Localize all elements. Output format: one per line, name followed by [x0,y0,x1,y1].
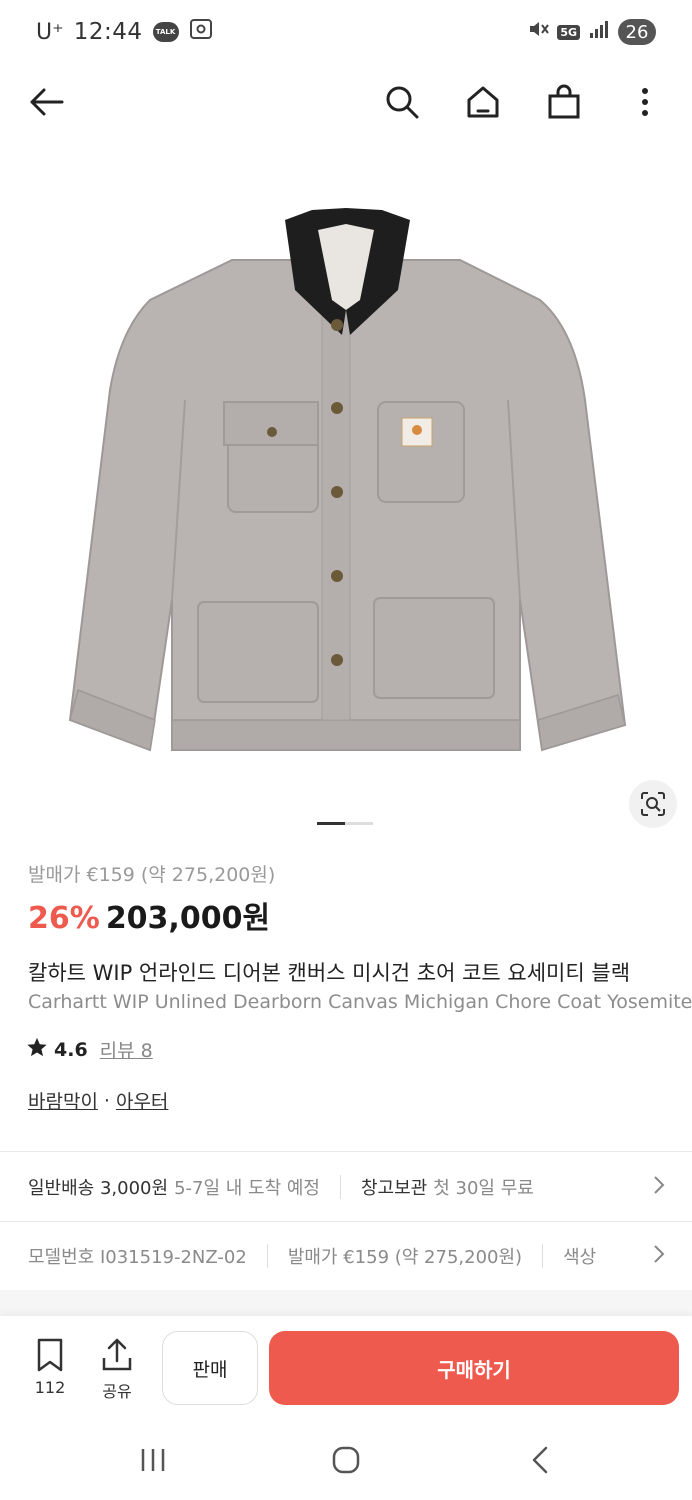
shipping-info-row[interactable]: 일반배송 3,000원 5-7일 내 도착 예정 창고보관 첫 30일 무료 [0,1152,692,1222]
battery-indicator: 26 [618,19,656,45]
search-icon[interactable] [378,78,426,126]
chevron-right-icon [646,1242,666,1270]
sale-price: 203,000원 [105,901,271,936]
release-price: 발매가 €159 (약 275,200원) [287,1247,523,1268]
buy-button[interactable]: 구매하기 [269,1331,679,1405]
back-arrow-icon[interactable] [22,78,70,126]
home-icon[interactable] [459,78,507,126]
signal-icon [588,19,610,45]
product-title-korean: 칼하트 WIP 언라인드 디어본 캔버스 미시건 초어 코트 요세미티 블랙 [28,961,631,985]
category-row: 바람막이 · 아우터 [28,1087,168,1114]
model-number: 모델번호 I031519-2NZ-02 [28,1247,247,1268]
color-label: 색상 [563,1247,597,1268]
system-navigation-bar [0,1420,692,1500]
pager-dot [345,822,373,825]
rating-row: 4.6 리뷰 8 [26,1036,153,1063]
shopping-bag-icon[interactable] [540,78,588,126]
star-icon [26,1036,48,1063]
mute-icon [527,18,550,46]
carrier-label: U⁺ [36,19,64,45]
product-details-row[interactable]: 모델번호 I031519-2NZ-02 발매가 €159 (약 275,200원… [0,1222,692,1290]
chevron-right-icon [652,1174,666,1201]
screenshot-notification-icon [189,18,213,46]
back-nav-icon[interactable] [520,1444,560,1476]
share-icon [101,1338,133,1376]
rating-value: 4.6 [54,1038,88,1061]
more-vertical-icon[interactable] [621,78,669,126]
share-button[interactable]: 공유 [93,1338,141,1402]
product-image[interactable] [0,160,692,810]
separator [542,1244,544,1268]
recent-apps-icon[interactable] [133,1444,173,1476]
shipping-eta: 5-7일 내 도착 예정 [174,1178,320,1199]
storage-label: 창고보관 [361,1178,428,1199]
clock: 12:44 [73,19,143,45]
review-link[interactable]: 리뷰 8 [100,1036,153,1063]
product-title-english: Carhartt WIP Unlined Dearborn Canvas Mic… [28,991,692,1013]
separator [340,1175,341,1199]
image-pager [317,822,373,825]
bookmark-icon [35,1338,65,1376]
status-bar: U⁺ 12:44 TALK 5G 26 [0,0,692,64]
category-separator: · [103,1089,110,1112]
sell-button[interactable]: 판매 [162,1331,258,1405]
category-link-windbreaker[interactable]: 바람막이 [28,1087,98,1114]
content-peek [0,1290,692,1316]
share-label: 공유 [102,1382,132,1401]
separator [266,1244,268,1268]
network-5g-icon: 5G [557,24,580,40]
category-link-outer[interactable]: 아우터 [116,1087,168,1114]
original-price: 발매가 €159 (약 275,200원) [28,864,276,886]
pager-dot-active [317,822,345,825]
bookmark-count: 112 [34,1378,66,1397]
price-row: 26% 203,000원 [28,893,270,937]
top-navigation [0,64,692,140]
bookmark-button[interactable]: 112 [26,1338,74,1397]
home-nav-icon[interactable] [326,1444,366,1476]
discount-rate: 26% [28,901,100,936]
bottom-action-bar: 112 공유 판매 구매하기 [0,1316,692,1420]
talk-notification-icon: TALK [152,22,179,42]
shipping-fee: 일반배송 3,000원 [28,1178,169,1199]
image-search-lens-icon[interactable] [629,780,677,828]
storage-detail: 첫 30일 무료 [433,1178,534,1199]
